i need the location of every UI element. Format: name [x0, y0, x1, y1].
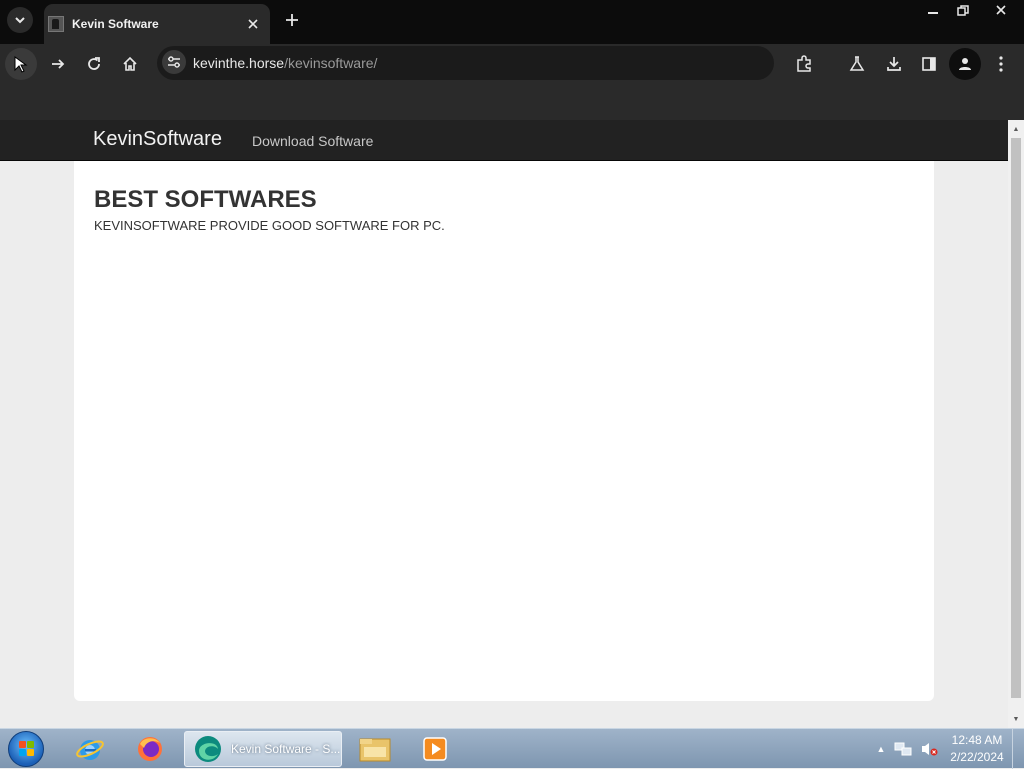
- extensions-icon[interactable]: [788, 48, 820, 80]
- scroll-down-icon[interactable]: ▼: [1008, 712, 1024, 726]
- download-software-link[interactable]: Download Software: [252, 133, 373, 149]
- close-icon[interactable]: [244, 15, 262, 33]
- clock-time: 12:48 AM: [951, 733, 1003, 747]
- clock[interactable]: 12:48 AM 2/22/2024: [942, 732, 1012, 766]
- plus-icon[interactable]: [280, 8, 304, 32]
- window-controls: [918, 0, 1024, 20]
- labs-icon[interactable]: [841, 48, 873, 80]
- start-icon[interactable]: [8, 731, 44, 767]
- download-icon[interactable]: [878, 48, 910, 80]
- favicon-icon: [48, 16, 64, 32]
- system-tray: ▲ 12:48 AM 2/22/2024: [872, 729, 1024, 769]
- site-navbar: KevinSoftware Download Software: [0, 120, 1008, 161]
- restore-icon[interactable]: [948, 0, 978, 20]
- taskbar: Kevin Software - S... ▲ 12:48 AM 2/22/20…: [0, 728, 1024, 769]
- media-player-icon[interactable]: [407, 732, 463, 766]
- network-icon[interactable]: [890, 741, 916, 757]
- page-viewport: KevinSoftware Download Software BEST SOF…: [0, 120, 1008, 728]
- content-card: BEST SOFTWARES KEVINSOFTWARE PROVIDE GOO…: [74, 161, 934, 701]
- hero-title: BEST SOFTWARES: [94, 186, 317, 213]
- tab-search-icon[interactable]: [7, 7, 33, 33]
- ie-icon[interactable]: [62, 732, 118, 766]
- taskbar-window-label: Kevin Software - S...: [231, 742, 341, 756]
- firefox-icon[interactable]: [122, 732, 178, 766]
- side-panel-icon[interactable]: [913, 48, 945, 80]
- page-scrollbar[interactable]: ▲ ▼: [1008, 120, 1024, 728]
- tab-strip: Kevin Software: [0, 0, 1024, 44]
- browser-tab[interactable]: Kevin Software: [44, 4, 270, 44]
- url-path: /kevinsoftware/: [284, 55, 378, 71]
- taskbar-active-window[interactable]: Kevin Software - S...: [184, 731, 342, 767]
- edge-icon: [195, 736, 221, 762]
- close-window-icon[interactable]: [978, 0, 1024, 20]
- reload-icon[interactable]: [78, 48, 110, 80]
- show-desktop-button[interactable]: [1012, 729, 1024, 769]
- explorer-icon[interactable]: [347, 732, 403, 766]
- scrollbar-thumb[interactable]: [1011, 138, 1021, 698]
- url-text[interactable]: kevinthe.horse/kevinsoftware/: [193, 55, 377, 71]
- back-icon[interactable]: [5, 48, 37, 80]
- tab-title: Kevin Software: [72, 17, 159, 31]
- scroll-up-icon[interactable]: ▲: [1008, 122, 1024, 136]
- clock-date: 2/22/2024: [950, 750, 1004, 764]
- home-icon[interactable]: [114, 48, 146, 80]
- volume-muted-icon[interactable]: [916, 741, 942, 757]
- hero-subtitle: KEVINSOFTWARE PROVIDE GOOD SOFTWARE FOR …: [94, 218, 445, 233]
- site-settings-icon[interactable]: [162, 50, 186, 74]
- profile-icon[interactable]: [949, 48, 981, 80]
- menu-icon[interactable]: [985, 48, 1017, 80]
- url-domain: kevinthe.horse: [193, 55, 285, 71]
- bookmarks-bar: [0, 84, 1024, 120]
- minimize-icon[interactable]: [918, 0, 948, 20]
- show-hidden-icons-icon[interactable]: ▲: [872, 744, 890, 754]
- site-brand-link[interactable]: KevinSoftware: [93, 128, 222, 151]
- forward-icon[interactable]: [42, 48, 74, 80]
